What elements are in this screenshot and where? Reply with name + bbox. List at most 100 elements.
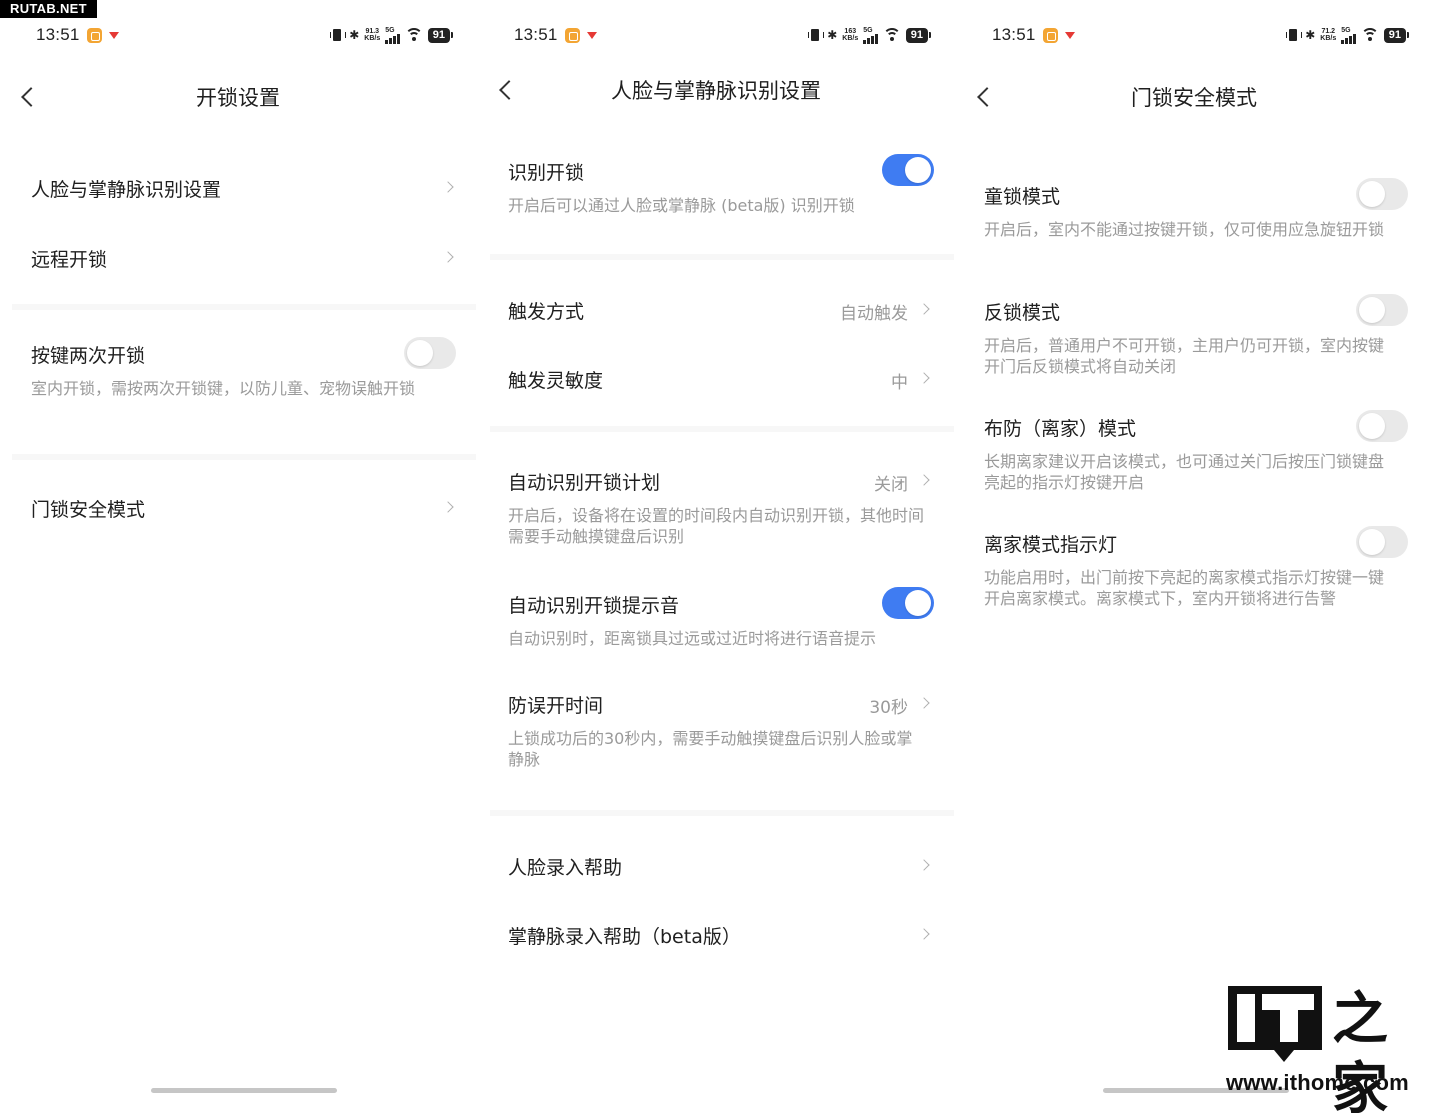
row-value: 30秒: [869, 698, 908, 718]
it-logo-mark: [1228, 986, 1322, 1050]
row-recognition-unlock: 识别开锁 开启后可以通过人脸或掌静脉 (beta版) 识别开锁: [508, 154, 934, 216]
row-away-arm-mode: 布防（离家）模式 长期离家建议开启该模式，也可通过关门后按压门锁键盘亮起的指示灯…: [984, 410, 1408, 493]
nav-header: 人脸与掌静脉识别设置: [478, 70, 954, 110]
page-title: 人脸与掌静脉识别设置: [611, 79, 821, 103]
row-description: 开启后可以通过人脸或掌静脉 (beta版) 识别开锁: [508, 196, 855, 215]
row-label: 布防（离家）模式: [984, 418, 1137, 440]
nav-header: 开锁设置: [0, 77, 476, 117]
bluetooth-icon: ✱: [827, 28, 838, 42]
row-label: 反锁模式: [984, 302, 1061, 324]
row-description: 开启后，室内不能通过按键开锁，仅可使用应急旋钮开锁: [984, 220, 1385, 239]
wifi-icon: [882, 28, 901, 42]
page-title: 门锁安全模式: [1131, 86, 1257, 110]
row-label: 远程开锁: [31, 249, 108, 271]
watermark-label: RUTAB.NET: [0, 0, 97, 18]
screen-unlock-settings: 13:51 ✱ 91.3 KB/s 5G 91 开锁设置 人脸与掌静脉识别设置 远…: [0, 0, 476, 1113]
notification-icon: [1042, 27, 1058, 43]
row-lock-security-mode[interactable]: 门锁安全模式: [31, 495, 458, 522]
notification-icon: [564, 27, 580, 43]
section-divider: [490, 810, 954, 816]
double-press-toggle[interactable]: [404, 337, 456, 369]
wifi-icon: [404, 28, 423, 42]
row-description: 自动识别时，距离锁具过远或过近时将进行语音提示: [508, 629, 877, 648]
status-time: 13:51: [514, 25, 558, 44]
row-trigger-mode[interactable]: 触发方式 自动触发: [508, 297, 934, 324]
row-description: 上锁成功后的30秒内，需要手动触摸键盘后识别人脸或掌静脉: [508, 729, 913, 769]
ithome-logo: 之家 www.ithome.com: [1226, 984, 1422, 1113]
row-value: 自动触发: [840, 304, 908, 324]
status-bar: 13:51 ✱ 163 KB/s 5G 91: [514, 24, 932, 46]
away-indicator-toggle[interactable]: [1356, 526, 1408, 558]
battery-icon: 91: [427, 27, 454, 43]
row-auto-unlock-sound: 自动识别开锁提示音 自动识别时，距离锁具过远或过近时将进行语音提示: [508, 587, 934, 649]
back-arrow-icon[interactable]: [21, 87, 41, 107]
row-label: 识别开锁: [508, 162, 585, 184]
recognition-unlock-toggle[interactable]: [882, 154, 934, 186]
row-description: 功能启用时，出门前按下亮起的离家模式指示灯按键一键开启离家模式。离家模式下，室内…: [984, 568, 1385, 608]
back-arrow-icon[interactable]: [977, 87, 997, 107]
row-face-palm-settings[interactable]: 人脸与掌静脉识别设置: [31, 175, 458, 202]
download-arrow-icon: [1064, 31, 1075, 39]
ithome-url: www.ithome.com: [1226, 1070, 1409, 1095]
network-speed: 163 KB/s: [842, 28, 859, 42]
signal-icon: 5G: [1341, 27, 1356, 44]
battery-icon: 91: [905, 27, 932, 43]
status-time: 13:51: [992, 25, 1036, 44]
row-double-press-unlock: 按键两次开锁 室内开锁，需按两次开锁键，以防儿童、宠物误触开锁: [31, 337, 458, 399]
row-auto-unlock-schedule[interactable]: 自动识别开锁计划 关闭 开启后，设备将在设置的时间段内自动识别开锁，其他时间需要…: [508, 468, 934, 547]
row-label: 人脸与掌静脉识别设置: [31, 179, 222, 201]
deadlock-toggle[interactable]: [1356, 294, 1408, 326]
section-divider: [12, 304, 476, 310]
row-remote-unlock[interactable]: 远程开锁: [31, 245, 458, 272]
status-bar: 13:51 ✱ 71.2 KB/s 5G 91: [992, 24, 1410, 46]
row-label: 门锁安全模式: [31, 499, 146, 521]
section-divider: [490, 254, 954, 260]
vibrate-icon: [808, 29, 825, 41]
status-bar: 13:51 ✱ 91.3 KB/s 5G 91: [36, 24, 454, 46]
row-palm-enroll-help[interactable]: 掌静脉录入帮助（beta版）: [508, 922, 934, 949]
child-lock-toggle[interactable]: [1356, 178, 1408, 210]
row-face-enroll-help[interactable]: 人脸录入帮助: [508, 853, 934, 880]
bluetooth-icon: ✱: [349, 28, 360, 42]
section-divider: [490, 426, 954, 432]
row-value: 关闭: [874, 475, 908, 495]
row-label: 触发灵敏度: [508, 370, 604, 392]
wifi-icon: [1360, 28, 1379, 42]
row-away-indicator-light: 离家模式指示灯 功能启用时，出门前按下亮起的离家模式指示灯按键一键开启离家模式。…: [984, 526, 1408, 609]
bluetooth-icon: ✱: [1305, 28, 1316, 42]
network-speed: 91.3 KB/s: [364, 28, 381, 42]
row-label: 按键两次开锁: [31, 345, 146, 367]
network-speed: 71.2 KB/s: [1320, 28, 1337, 42]
row-anti-misopen-time[interactable]: 防误开时间 30秒 上锁成功后的30秒内，需要手动触摸键盘后识别人脸或掌静脉: [508, 691, 934, 770]
home-indicator[interactable]: [151, 1088, 337, 1093]
row-label: 掌静脉录入帮助（beta版）: [508, 926, 741, 948]
row-label: 自动识别开锁计划: [508, 472, 661, 494]
row-description: 长期离家建议开启该模式，也可通过关门后按压门锁键盘亮起的指示灯按键开启: [984, 452, 1385, 492]
row-label: 离家模式指示灯: [984, 534, 1118, 556]
row-label: 人脸录入帮助: [508, 857, 623, 879]
away-arm-toggle[interactable]: [1356, 410, 1408, 442]
auto-unlock-sound-toggle[interactable]: [882, 587, 934, 619]
section-divider: [12, 454, 476, 460]
row-child-lock-mode: 童锁模式 开启后，室内不能通过按键开锁，仅可使用应急旋钮开锁: [984, 178, 1408, 240]
row-trigger-sensitivity[interactable]: 触发灵敏度 中: [508, 366, 934, 393]
back-arrow-icon[interactable]: [499, 80, 519, 100]
download-arrow-icon: [586, 31, 597, 39]
vibrate-icon: [1286, 29, 1303, 41]
row-label: 童锁模式: [984, 186, 1061, 208]
row-description: 开启后，普通用户不可开锁，主用户仍可开锁，室内按键开门后反锁模式将自动关闭: [984, 336, 1385, 376]
status-time: 13:51: [36, 25, 80, 44]
row-value: 中: [891, 373, 908, 393]
download-arrow-icon: [108, 31, 119, 39]
page-title: 开锁设置: [196, 86, 280, 110]
signal-icon: 5G: [863, 27, 878, 44]
row-description: 开启后，设备将在设置的时间段内自动识别开锁，其他时间需要手动触摸键盘后识别: [508, 506, 925, 546]
screen-face-palm-settings: 13:51 ✱ 163 KB/s 5G 91 人脸与掌静脉识别设置 识别开锁 开启…: [478, 0, 954, 1113]
row-description: 室内开锁，需按两次开锁键，以防儿童、宠物误触开锁: [31, 379, 416, 398]
signal-icon: 5G: [385, 27, 400, 44]
nav-header: 门锁安全模式: [956, 77, 1432, 117]
vibrate-icon: [330, 29, 347, 41]
notification-icon: [86, 27, 102, 43]
screen-lock-security-mode: 13:51 ✱ 71.2 KB/s 5G 91 门锁安全模式 童锁模式 开启后，室…: [956, 0, 1432, 1113]
row-label: 自动识别开锁提示音: [508, 595, 680, 617]
